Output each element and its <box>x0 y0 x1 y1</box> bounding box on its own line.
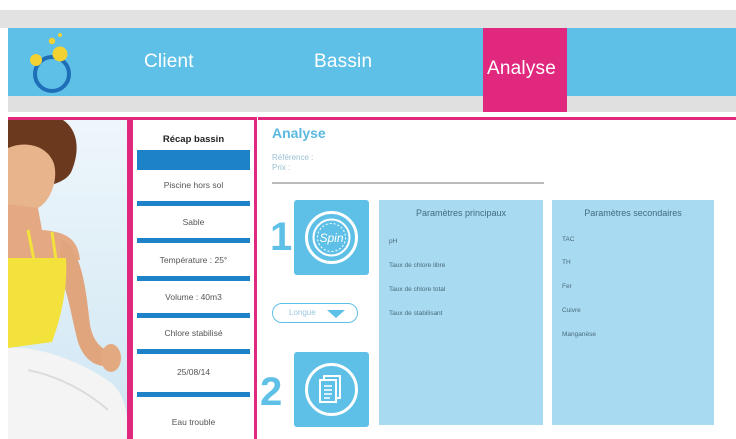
top-gray-band <box>0 10 736 28</box>
recap-item-filter: Sable <box>137 209 250 235</box>
param-item[interactable]: Taux de chlore libre <box>389 262 445 269</box>
param-item[interactable]: Cuivre <box>562 307 581 314</box>
chevron-down-icon <box>327 310 345 318</box>
recap-item-pool-type: Piscine hors sol <box>137 172 250 198</box>
yoga-woman-image <box>8 120 127 439</box>
app-logo[interactable] <box>22 32 82 94</box>
recap-divider <box>137 276 250 281</box>
top-margin <box>0 0 736 10</box>
recap-divider <box>137 238 250 243</box>
recap-header-bar <box>137 150 250 170</box>
spin-button[interactable]: Spin <box>294 200 369 275</box>
param-item[interactable]: pH <box>389 238 397 245</box>
recap-divider <box>137 313 250 318</box>
secondary-params-panel: Paramètres secondaires TAC TH Fer Cuivre… <box>552 200 714 425</box>
param-item[interactable]: Manganèse <box>562 331 596 338</box>
recap-bassin-panel: Récap bassin Piscine hors sol Sable Temp… <box>130 117 257 439</box>
primary-params-title: Paramètres principaux <box>415 208 507 218</box>
tab-client-label: Client <box>144 51 194 72</box>
recap-divider <box>137 201 250 206</box>
recap-item-treatment: Chlore stabilisé <box>137 320 250 346</box>
param-item[interactable]: TH <box>562 259 571 266</box>
recap-item-date: 25/08/14 <box>137 359 250 385</box>
step-2-number: 2 <box>260 370 283 414</box>
param-item[interactable]: TAC <box>562 236 575 243</box>
recap-item-temperature: Température : 25° <box>137 247 250 273</box>
tab-bassin-label: Bassin <box>314 51 373 72</box>
length-select-value: Longue <box>289 308 316 317</box>
recap-item-water-state: Eau trouble <box>137 409 250 435</box>
param-item[interactable]: Taux de chlore total <box>389 286 445 293</box>
primary-params-panel: Paramètres principaux pH Taux de chlore … <box>379 200 543 425</box>
document-button[interactable] <box>294 352 369 427</box>
recap-item-volume: Volume : 40m3 <box>137 284 250 310</box>
param-item[interactable]: Fer <box>562 283 572 290</box>
length-select[interactable]: Longue <box>272 303 358 323</box>
page-title: Analyse <box>272 125 326 141</box>
yoga-photo <box>8 117 130 439</box>
spin-disc-icon: Spin <box>305 211 358 264</box>
recap-divider <box>137 392 250 397</box>
tab-client[interactable]: Client <box>144 28 264 112</box>
tab-bassin[interactable]: Bassin <box>314 28 434 112</box>
spin-icon-text: Spin <box>319 231 343 245</box>
reference-label: Référence : <box>272 153 314 162</box>
header-divider <box>272 182 544 184</box>
document-icon <box>305 363 358 416</box>
recap-divider <box>137 349 250 354</box>
param-item[interactable]: Taux de stabilisant <box>389 310 442 317</box>
recap-title: Récap bassin <box>162 134 225 145</box>
price-label: Prix : <box>272 163 291 172</box>
app-window: Client Bassin Analyse Récap bassin Pisci… <box>0 0 736 439</box>
secondary-params-title: Paramètres secondaires <box>584 208 682 218</box>
analyse-panel: Analyse Référence : Prix : 1 Spin Longue… <box>258 117 736 439</box>
step-1-number: 1 <box>270 215 293 259</box>
tab-analyse-label: Analyse <box>487 58 556 79</box>
tab-analyse[interactable]: Analyse <box>483 28 567 112</box>
